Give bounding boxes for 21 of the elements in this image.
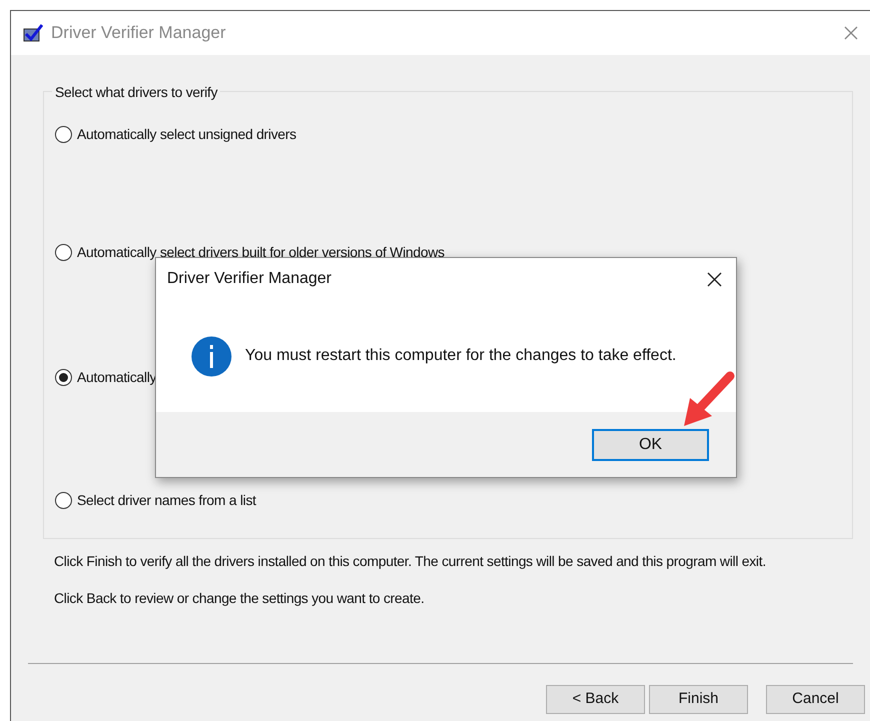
radio-button[interactable]: [55, 126, 72, 142]
option-label: Select driver names from a list: [77, 490, 256, 510]
checkmark-icon: [23, 24, 43, 42]
radio-button[interactable]: [55, 492, 72, 508]
dialog-message: You must restart this computer for the changes to take effect.: [245, 346, 676, 366]
ok-button[interactable]: OK: [592, 428, 709, 460]
info-text: Click Back to review or change the settings you want to create.: [54, 589, 426, 608]
option-label: Automatically: [77, 368, 156, 387]
radio-button[interactable]: [55, 244, 72, 260]
option-label: Automatically select drivers built for older versions of Windows: [77, 242, 445, 262]
option-label: Automatically select unsigned drivers: [77, 124, 296, 144]
dialog-button[interactable]: Finish: [649, 685, 748, 714]
dialog-button[interactable]: < Back: [546, 685, 645, 714]
dialog-button[interactable]: Cancel: [766, 685, 865, 714]
pointer-arrow: [682, 370, 736, 428]
radio-button[interactable]: [55, 368, 72, 386]
close-icon[interactable]: [707, 272, 722, 286]
window-title: Driver Verifier Manager: [51, 22, 226, 44]
dialog-title: Driver Verifier Manager: [167, 269, 332, 289]
info-text: Click Finish to verify all the drivers installed on this computer. The current settings will be saved and this program will exit.: [54, 552, 767, 571]
info-icon: [191, 336, 232, 376]
